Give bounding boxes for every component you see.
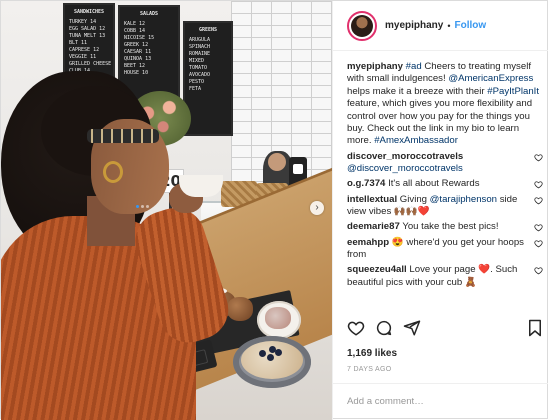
heart-icon[interactable] <box>534 266 543 275</box>
mention-american-express[interactable]: @AmericanExpress <box>448 73 533 84</box>
menu-board-row: HOUSE 10 <box>124 70 149 76</box>
comment-username[interactable]: intellextual <box>347 194 397 205</box>
dessert <box>265 307 291 329</box>
comment-icon[interactable] <box>375 319 393 337</box>
like-count[interactable]: 1,169 likes <box>347 348 397 359</box>
follow-button[interactable]: Follow <box>455 20 487 31</box>
caption-username[interactable]: myepiphany <box>347 61 403 72</box>
blueberry <box>267 354 274 361</box>
menu-board-row: AVOCADO <box>189 72 211 78</box>
menu-board-row: VEGGIE 11 <box>69 54 97 60</box>
post-photo[interactable]: SANDWICHES TURKEY 14 EGG SALAD 12 TUNA M… <box>1 1 332 420</box>
hashtag-amexambassador[interactable]: #AmexAmbassador <box>374 135 458 146</box>
menu-board-row: PESTO <box>189 79 205 85</box>
comment-item: deemarie87 You take the best pics! <box>347 221 543 233</box>
menu-board-row: CAESAR 11 <box>124 49 152 55</box>
heart-icon[interactable] <box>534 153 543 162</box>
post-timestamp: 7 DAYS AGO <box>347 366 392 373</box>
menu-board-row: EGG SALAD 12 <box>69 26 106 32</box>
comment-username[interactable]: o.g.7374 <box>347 178 385 189</box>
post-caption: myepiphany #ad Cheers to treating myself… <box>347 61 543 148</box>
menu-board-row: KALE 12 <box>124 21 146 27</box>
menu-board-row: COBB 14 <box>124 28 146 34</box>
comment-text: You take the best pics! <box>402 221 499 233</box>
menu-board-row: MIXED <box>189 58 205 64</box>
menu-board-row: FETA <box>189 86 202 92</box>
comment-mention[interactable]: @discover_moroccotravels <box>347 163 463 174</box>
bookmark-icon[interactable] <box>527 319 543 337</box>
menu-board-heading: GREENS <box>198 27 218 33</box>
menu-board-row: GREEK 12 <box>124 42 149 48</box>
comment-item: discover_moroccotravels @discover_morocc… <box>347 151 543 176</box>
heart-icon[interactable] <box>534 239 543 248</box>
staff-face <box>268 153 286 171</box>
avatar[interactable] <box>347 10 377 41</box>
share-icon[interactable] <box>403 319 421 337</box>
caption-text: helps make it a breeze with their <box>347 85 485 97</box>
comment-username[interactable]: eemahpp <box>347 237 389 248</box>
heart-icon[interactable] <box>347 319 365 337</box>
menu-board-heading: SANDWICHES <box>73 9 105 15</box>
menu-board-heading: SALADS <box>139 11 159 17</box>
add-comment-input[interactable]: Add a comment… <box>333 383 548 420</box>
hashtag-payitplanit[interactable]: #PayItPlanIt <box>487 86 539 97</box>
hashtag-ad[interactable]: #ad <box>406 61 422 72</box>
menu-board-row: CAPRESE 12 <box>69 47 100 53</box>
menu-board-row: TOMATO <box>189 65 208 71</box>
blueberry <box>275 349 282 356</box>
hoop-earring <box>103 161 123 183</box>
pastry <box>227 297 253 321</box>
comment-item: squeezeu4all Love your page ❤️. Such bea… <box>347 264 543 289</box>
heart-icon[interactable] <box>534 180 543 189</box>
comment-item: eemahpp 😍 where'd you get your hoops fro… <box>347 237 543 262</box>
header-separator: • <box>447 20 451 31</box>
menu-board-row: ARUGULA <box>189 37 211 43</box>
menu-board-row: GRILLED CHEESE 10 <box>69 61 113 67</box>
sunglasses <box>87 129 159 143</box>
menu-board-row: TURKEY 14 <box>69 19 97 25</box>
comment-item: intellextual Giving @tarajiphenson side … <box>347 194 543 219</box>
menu-board-row: BLT 11 <box>69 40 88 46</box>
comment-item: o.g.7374 It's all about Rewards <box>347 178 543 190</box>
heart-icon[interactable] <box>534 196 543 205</box>
comment-username[interactable]: discover_moroccotravels <box>347 151 463 162</box>
post-sidebar: myepiphany • Follow myepiphany #ad Cheer… <box>332 1 548 420</box>
action-bar <box>347 319 543 343</box>
comment-text: Giving <box>399 193 427 205</box>
carousel-dots <box>136 205 149 208</box>
comment-text: It's all about Rewards <box>388 178 480 190</box>
blueberry <box>269 346 276 353</box>
post-header: myepiphany • Follow <box>333 1 548 51</box>
comment-username[interactable]: deemarie87 <box>347 221 400 232</box>
menu-board-row: BEET 12 <box>124 63 146 69</box>
coffee-cup <box>179 175 223 197</box>
comment-mention[interactable]: @tarajiphenson <box>430 194 497 205</box>
chevron-right-icon[interactable]: › <box>310 201 324 215</box>
post-card: SANDWICHES TURKEY 14 EGG SALAD 12 TUNA M… <box>0 0 548 420</box>
menu-board-row: ROMAINE <box>189 51 211 57</box>
menu-board-row: TUNA MELT 13 <box>69 33 106 39</box>
comment-username[interactable]: squeezeu4all <box>347 264 407 275</box>
header-username[interactable]: myepiphany <box>385 20 443 31</box>
menu-board-row: SPINACH <box>189 44 211 50</box>
comments-list: myepiphany #ad Cheers to treating myself… <box>347 61 543 289</box>
menu-board-row: NICOISE 15 <box>124 35 155 41</box>
blueberry <box>259 350 266 357</box>
heart-icon[interactable] <box>534 223 543 232</box>
menu-board-row: QUINOA 13 <box>124 56 152 62</box>
